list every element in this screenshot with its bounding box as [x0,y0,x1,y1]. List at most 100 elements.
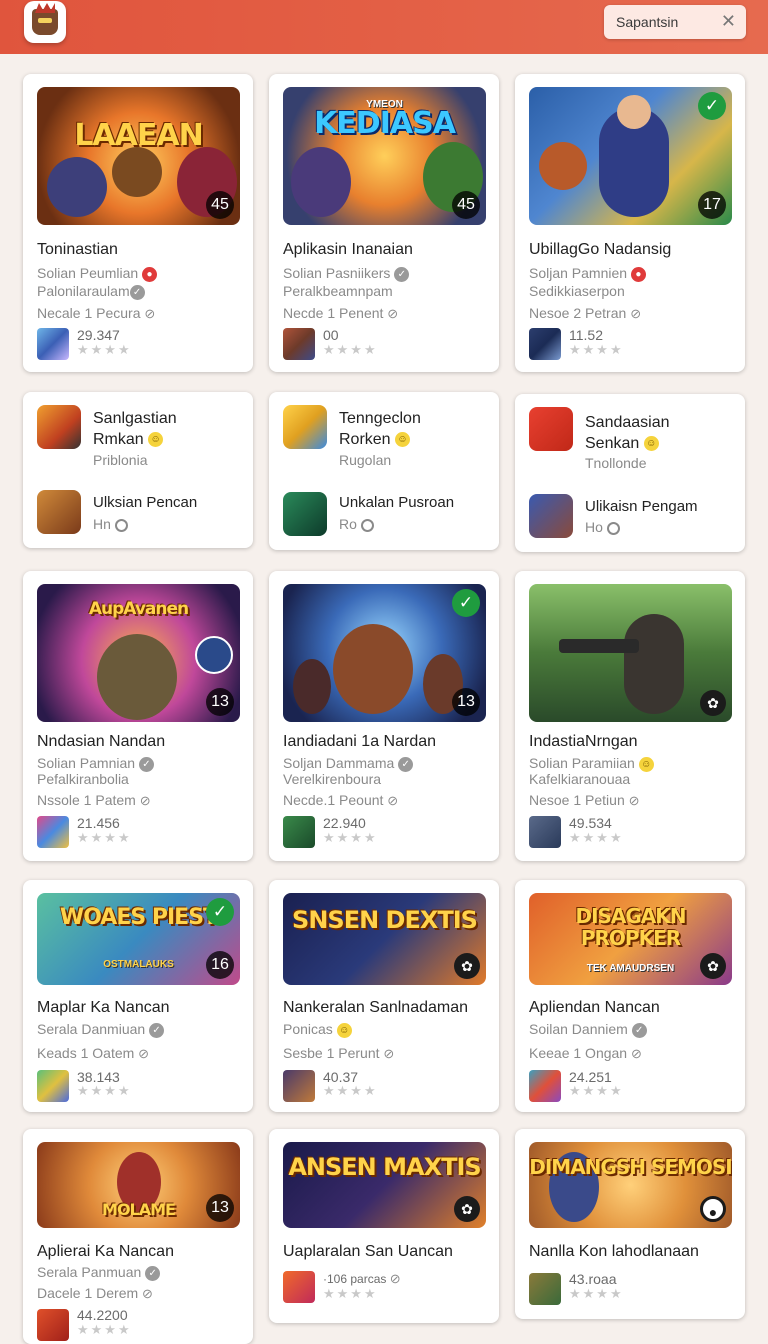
card-meta-1: Serala Danmiuan ✓ [37,1021,165,1038]
item-subtitle: Hn [93,516,128,532]
game-card[interactable]: ✓ 17 UbillagGo Nadansig Soljan Pamnien ●… [515,74,745,372]
thumbnail-title: LAAEAN [74,118,203,153]
close-icon[interactable]: ✕ [721,12,736,30]
link-icon: ⊘ [630,306,642,321]
download-count: ·106 parcas ⊘ [323,1271,401,1286]
game-thumbnail: ANSEN MAXTIS ✿ [283,1142,486,1228]
rating-stars: ★★★★ [569,342,624,357]
card-meta-2: Kafelkiaranouaa [529,771,631,787]
game-icon [283,405,327,449]
flag-icon: ● [630,266,646,282]
game-thumbnail: SNSEN DEXTIS ✿ [283,893,486,985]
rating-stars: ★★★★ [77,1322,132,1337]
game-card[interactable]: YMEON KEDIASA 45 Aplikasin Inanaian Soli… [269,74,499,372]
link-icon: ⊘ [144,306,156,321]
game-card[interactable]: ✿ IndastiaNrngan Solian Paramiian ☺ Kafe… [515,571,745,861]
game-icon [37,490,81,534]
game-mini-icon [529,1273,561,1305]
link-icon: ⊘ [138,1046,150,1061]
game-card[interactable]: SNSEN DEXTIS ✿ Nankeralan Sanlnadaman Po… [269,880,499,1112]
game-card[interactable]: LAAEAN 45 Toninastian Solian Peumlian ● … [23,74,253,372]
search-input[interactable] [616,14,716,30]
smile-icon: ☺ [395,432,411,448]
card-meta-3: Necde 1 Penent ⊘ [283,305,399,321]
card-title: Nankeralan Sanlnadaman [283,999,469,1016]
card-meta-3: Nesoe 2 Petran ⊘ [529,305,642,321]
check-icon: ✓ [631,1022,647,1038]
card-title: Uaplaralan San Uancan [283,1243,453,1260]
thumbnail-title: SNSEN DEXTIS [292,906,478,934]
check-icon: ✓ [394,266,410,282]
game-card-compact[interactable]: Sanlgastian Rmkan ☺ Priblonia Ulksian Pen… [23,392,253,548]
game-mini-icon [529,328,561,360]
card-meta-3: Nssole 1 Patem ⊘ [37,792,151,808]
installed-check-icon: ✓ [698,92,726,120]
game-icon [37,405,81,449]
game-thumbnail: ✿ [529,584,732,722]
game-card[interactable]: DISAGAKN PROPKER TEK AMAUDRSEN ✿ Apliend… [515,880,745,1112]
link-icon: ⊘ [628,793,640,808]
item-subtitle: Ro [339,516,374,532]
link-icon: ⊘ [387,793,399,808]
game-mini-icon [37,1070,69,1102]
rating-stars: ★★★★ [323,1083,378,1098]
game-card-compact[interactable]: Tenngeclon Rorken ☺ Rugolan Unkalan Pusro… [269,392,499,550]
card-meta-1: Solian Pasniikers ✓ [283,265,410,282]
game-thumbnail: ✓ 17 [529,87,732,225]
card-title: UbillagGo Nadansig [529,241,672,258]
thumbnail-title: ANSEN MAXTIS [288,1153,481,1181]
game-card[interactable]: WOAES PIEST OSTMALAUKS ✓ 16 Maplar Ka Na… [23,880,253,1112]
card-meta-2: Palonilaraulam ✓ [37,283,145,300]
thumbnail-title: DIMANGSH SEMOSI [529,1155,732,1179]
item-title: Ulksian Pencan [93,494,198,511]
game-mini-icon [283,1070,315,1102]
app-logo-icon[interactable] [24,1,66,43]
card-title: Maplar Ka Nancan [37,999,170,1016]
card-title: IndastiaNrngan [529,733,638,750]
link-icon: ⊘ [139,793,151,808]
card-meta-3: Necde.1 Peount ⊘ [283,792,399,808]
card-meta-1: Soljan Pamnien ● [529,265,646,282]
game-card[interactable]: DIMANGSH SEMOSI ● Nanlla Kon lahodlanaan… [515,1129,745,1319]
download-count: 49.534 [569,815,612,831]
card-meta-3: Sesbe 1 Perunt ⊘ [283,1045,395,1061]
search-box[interactable]: ✕ [604,5,746,39]
game-card[interactable]: ✓ 13 Iandiadani 1a Nardan Soljan Dammama… [269,571,499,861]
installed-check-icon: ✓ [452,589,480,617]
download-count: 29.347 [77,327,120,343]
card-title: Aplikasin Inanaian [283,241,413,258]
game-thumbnail: ✓ 13 [283,584,486,722]
game-icon [283,492,327,536]
game-thumbnail: MOLAME 13 [37,1142,240,1228]
card-meta-2: Verelkirenboura [283,771,382,787]
card-title: Nndasian Nandan [37,733,166,750]
refresh-icon [606,521,620,535]
game-card-compact[interactable]: Sandaasian Senkan ☺ Tnollonde Ulikaisn Pe… [515,394,745,552]
smile-icon: ☺ [638,756,654,772]
card-meta-1: Solian Peumlian ● [37,265,158,282]
count-badge: 17 [698,191,726,219]
card-subtitle: Priblonia [93,452,148,468]
game-card[interactable]: ANSEN MAXTIS ✿ Uaplaralan San Uancan ·10… [269,1129,499,1323]
rating-stars: ★★★★ [569,1286,624,1301]
game-mini-icon [283,816,315,848]
link-icon: ⊘ [383,1046,395,1061]
game-icon [529,494,573,538]
rating-stars: ★★★★ [77,342,132,357]
check-icon: ✓ [129,284,145,300]
link-icon: ⊘ [389,1271,401,1286]
card-meta-2: Pefalkiranbolia [37,771,129,787]
link-icon: ⊘ [630,1046,642,1061]
card-title: Aplierai Ka Nancan [37,1243,174,1260]
card-subtitle: Rugolan [339,452,392,468]
download-count: 00 [323,327,339,343]
refresh-icon [360,518,374,532]
rating-stars: ★★★★ [323,830,378,845]
card-title: Sandaasian Senkan ☺ [585,414,670,452]
count-badge: 16 [206,951,234,979]
game-card[interactable]: AupAvanen 13 Nndasian Nandan Solian Pamn… [23,571,253,861]
count-badge: 45 [452,191,480,219]
game-card[interactable]: MOLAME 13 Aplierai Ka Nancan Serala Panm… [23,1129,253,1344]
game-mini-icon [37,328,69,360]
count-badge: 13 [452,688,480,716]
